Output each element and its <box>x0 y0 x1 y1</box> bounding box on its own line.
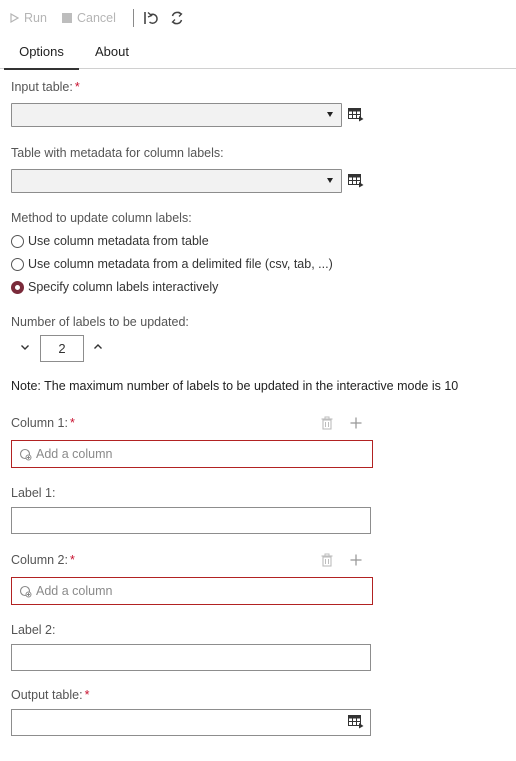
metadata-table-select[interactable] <box>11 169 342 193</box>
add-icon[interactable] <box>349 553 363 567</box>
radio-from-table[interactable]: Use column metadata from table <box>11 234 209 248</box>
radio-label: Specify column labels interactively <box>28 280 219 294</box>
radio-from-delimited-file[interactable]: Use column metadata from a delimited fil… <box>11 257 333 271</box>
output-table-input[interactable] <box>11 709 371 736</box>
stop-icon <box>62 13 72 23</box>
max-labels-note: Note: The maximum number of labels to be… <box>11 379 459 393</box>
column-2-label-text: Column 2: <box>11 553 68 567</box>
toolbar: Run Cancel <box>0 0 516 36</box>
radio-circle-icon <box>11 234 24 248</box>
radio-interactive[interactable]: Specify column labels interactively <box>11 280 218 294</box>
table-browse-icon[interactable] <box>348 108 364 122</box>
required-mark: * <box>74 80 80 94</box>
toolbar-divider <box>133 9 134 27</box>
add-column-icon <box>19 585 32 597</box>
required-mark: * <box>69 416 75 430</box>
num-labels-input[interactable]: 2 <box>40 335 84 362</box>
run-label: Run <box>24 11 47 25</box>
chevron-down-icon <box>327 178 333 183</box>
trash-icon[interactable] <box>320 553 334 567</box>
label-1-label: Label 1: <box>11 486 56 500</box>
reset-icon[interactable] <box>143 9 159 27</box>
column-1-label-text: Column 1: <box>11 416 68 430</box>
refresh-icon[interactable] <box>169 9 185 27</box>
metadata-table-label: Table with metadata for column labels: <box>11 146 224 160</box>
label-2-label: Label 2: <box>11 623 56 637</box>
chevron-up-icon[interactable] <box>91 340 105 354</box>
tab-about[interactable]: About <box>84 38 140 69</box>
add-column-icon <box>19 448 32 460</box>
chevron-down-icon[interactable] <box>18 340 32 354</box>
input-table-label-text: Input table: <box>11 80 73 94</box>
method-label: Method to update column labels: <box>11 211 192 225</box>
column-2-label: Column 2: * <box>11 553 75 567</box>
label-1-input[interactable] <box>11 507 371 534</box>
output-table-label: Output table: * <box>11 688 89 702</box>
input-table-label: Input table: * <box>11 80 80 94</box>
chevron-down-icon <box>327 112 333 117</box>
required-mark: * <box>84 688 90 702</box>
tab-bar: Options About <box>0 38 516 70</box>
cancel-label: Cancel <box>77 11 116 25</box>
cancel-button[interactable]: Cancel <box>62 11 116 25</box>
radio-label: Use column metadata from table <box>28 234 209 248</box>
column-2-placeholder: Add a column <box>36 584 113 598</box>
radio-label: Use column metadata from a delimited fil… <box>28 257 333 271</box>
radio-circle-icon <box>11 257 24 271</box>
add-icon[interactable] <box>349 416 363 430</box>
column-1-label: Column 1: * <box>11 416 75 430</box>
run-button[interactable]: Run <box>10 11 47 25</box>
radio-selected-icon <box>11 280 24 294</box>
table-browse-icon[interactable] <box>348 174 364 188</box>
required-mark: * <box>69 553 75 567</box>
column-1-placeholder: Add a column <box>36 447 113 461</box>
output-table-label-text: Output table: <box>11 688 83 702</box>
play-icon <box>10 13 19 23</box>
column-2-input[interactable]: Add a column <box>11 577 373 605</box>
num-labels-label: Number of labels to be updated: <box>11 315 189 329</box>
label-2-input[interactable] <box>11 644 371 671</box>
table-browse-icon[interactable] <box>348 715 364 729</box>
trash-icon[interactable] <box>320 416 334 430</box>
column-1-input[interactable]: Add a column <box>11 440 373 468</box>
input-table-select[interactable] <box>11 103 342 127</box>
tab-options[interactable]: Options <box>4 38 79 70</box>
